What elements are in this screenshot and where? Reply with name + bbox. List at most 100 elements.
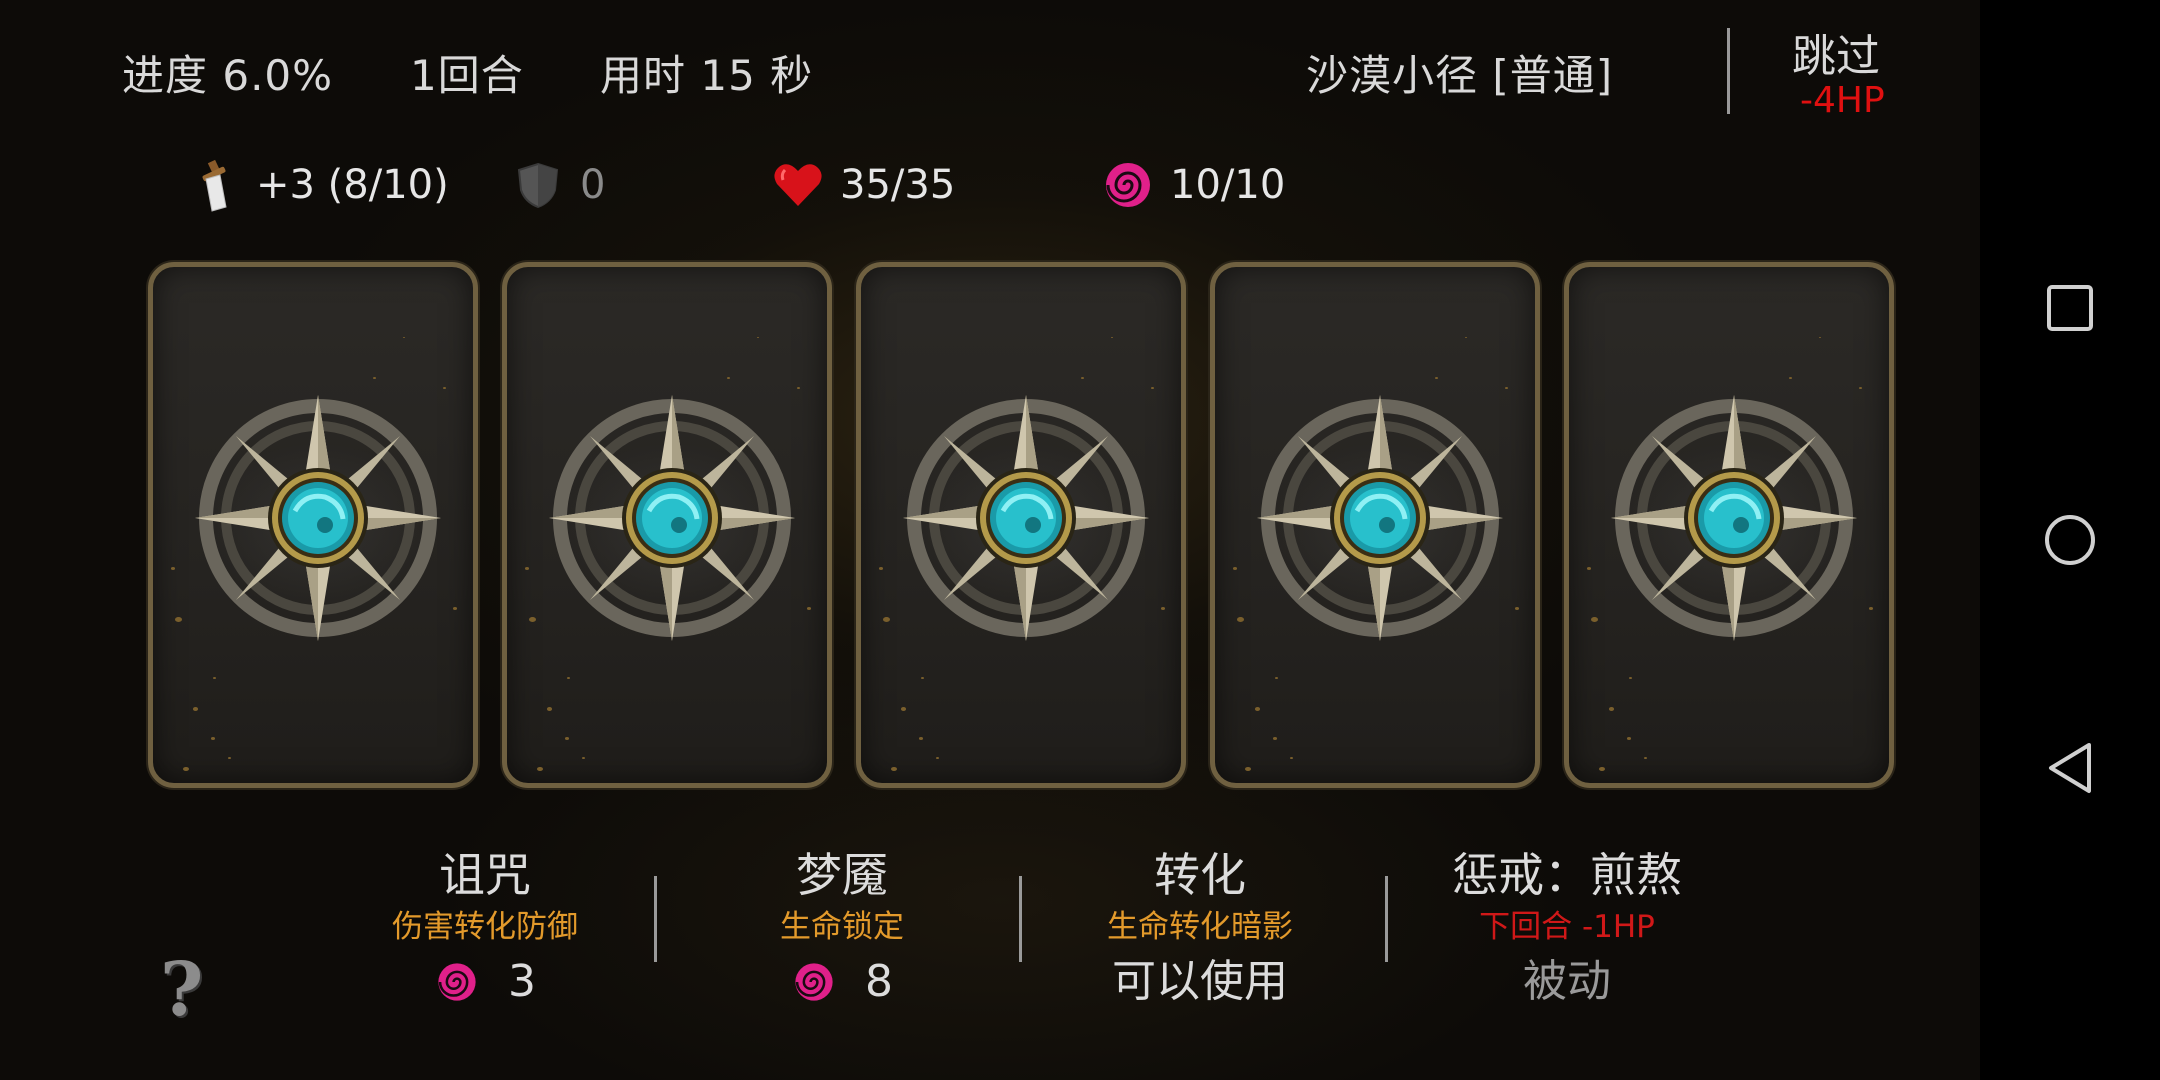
sword-icon (186, 157, 242, 213)
card-speck (1515, 607, 1519, 610)
skill-punish-torment[interactable]: 惩戒：煎熬 下回合 -1HP 被动 (1402, 845, 1732, 1015)
attack-value: +3 (8/10) (256, 162, 449, 208)
card-speck (1859, 387, 1862, 390)
help-icon: ? (160, 947, 204, 1033)
card-speck (1161, 607, 1165, 610)
card-speck (936, 757, 939, 760)
card-back[interactable] (1564, 262, 1894, 788)
card-speck (1819, 337, 1821, 339)
card-speck (1599, 767, 1605, 772)
skip-cost: -4HP (1800, 80, 1885, 121)
card-speck (901, 707, 906, 711)
card-speck (919, 737, 923, 740)
spiral-mana-icon (791, 959, 837, 1005)
home-button[interactable] (2030, 500, 2110, 580)
hud-divider (1727, 28, 1730, 114)
armor-value: 0 (580, 162, 606, 208)
card-speck (1627, 737, 1631, 740)
card-speck (1245, 767, 1251, 772)
card-speck (443, 387, 446, 390)
card-back[interactable] (502, 262, 832, 788)
card-speck (1255, 707, 1260, 711)
skill-cost: 8 (677, 949, 1007, 1015)
card-speck (453, 607, 457, 610)
skip-button[interactable]: 跳过 -4HP (1780, 20, 1910, 130)
card-speck (582, 757, 585, 760)
circle-icon (2045, 515, 2095, 565)
card-speck (891, 767, 897, 772)
card-speck (213, 677, 216, 680)
card-speck (1435, 377, 1438, 380)
help-button[interactable]: ? (160, 953, 220, 1027)
skill-cost-value: 被动 (1523, 956, 1611, 1007)
card-speck (921, 677, 924, 680)
compass-orb-icon (1255, 393, 1505, 643)
card-speck (1233, 567, 1237, 570)
compass-orb-icon (1609, 393, 1859, 643)
card-speck (547, 707, 552, 711)
skill-desc: 伤害转化防御 (392, 909, 578, 945)
card-speck (1237, 617, 1244, 622)
skill-divider (654, 876, 657, 962)
card-speck (1290, 757, 1293, 760)
skill-divider (1385, 876, 1388, 962)
skip-label: 跳过 (1792, 31, 1880, 82)
card-speck (529, 617, 536, 622)
card-speck (1081, 377, 1084, 380)
skill-name: 梦魇 (796, 848, 888, 902)
card-speck (1275, 677, 1278, 680)
card-speck (797, 387, 800, 390)
card-speck (537, 767, 543, 772)
card-speck (879, 567, 883, 570)
skill-desc: 生命锁定 (780, 909, 904, 945)
card-speck (1789, 377, 1792, 380)
armor-stat: 0 (510, 150, 605, 220)
time-text: 用时 15 秒 (600, 51, 814, 100)
card-speck (1465, 337, 1467, 339)
skill-cost: 被动 (1402, 949, 1732, 1015)
health-stat: 35/35 (770, 150, 955, 220)
recent-apps-button[interactable] (2030, 268, 2110, 348)
skill-desc: 生命转化暗影 (1107, 909, 1293, 945)
skill-cost-value: 8 (865, 956, 893, 1007)
card-speck (171, 567, 175, 570)
card-speck (1111, 337, 1113, 339)
skill-transform[interactable]: 转化 生命转化暗影 可以使用 (1035, 845, 1365, 1015)
location-text: 沙漠小径 [普通] (1306, 51, 1614, 100)
skill-divider (1019, 876, 1022, 962)
card-speck (183, 767, 189, 772)
skill-name: 转化 (1154, 848, 1246, 902)
card-speck (1644, 757, 1647, 760)
card-speck (1869, 607, 1873, 610)
skill-name: 诅咒 (439, 848, 531, 902)
card-speck (1273, 737, 1277, 740)
compass-orb-icon (193, 393, 443, 643)
skill-nightmare[interactable]: 梦魇 生命锁定 8 (677, 845, 1007, 1015)
card-speck (1587, 567, 1591, 570)
skill-cost: 可以使用 (1035, 949, 1365, 1015)
card-back[interactable] (856, 262, 1186, 788)
health-value: 35/35 (840, 162, 956, 208)
system-nav-bar (1980, 0, 2160, 1080)
round-text: 1回合 (410, 51, 524, 100)
card-speck (807, 607, 811, 610)
mana-value: 10/10 (1170, 162, 1286, 208)
skill-cost-value: 可以使用 (1112, 956, 1288, 1007)
compass-orb-icon (901, 393, 1151, 643)
card-speck (1609, 707, 1614, 711)
skill-curse[interactable]: 诅咒 伤害转化防御 3 (320, 845, 650, 1015)
card-back[interactable] (148, 262, 478, 788)
spiral-mana-icon (1100, 157, 1156, 213)
card-speck (211, 737, 215, 740)
skill-name: 惩戒：煎熬 (1452, 848, 1682, 902)
triangle-back-icon (2049, 743, 2091, 793)
back-button[interactable] (2030, 728, 2110, 808)
card-speck (403, 337, 405, 339)
card-speck (565, 737, 569, 740)
card-back[interactable] (1210, 262, 1540, 788)
card-speck (1629, 677, 1632, 680)
card-speck (1151, 387, 1154, 390)
skill-desc: 下回合 -1HP (1479, 909, 1655, 945)
card-speck (175, 617, 182, 622)
card-speck (193, 707, 198, 711)
